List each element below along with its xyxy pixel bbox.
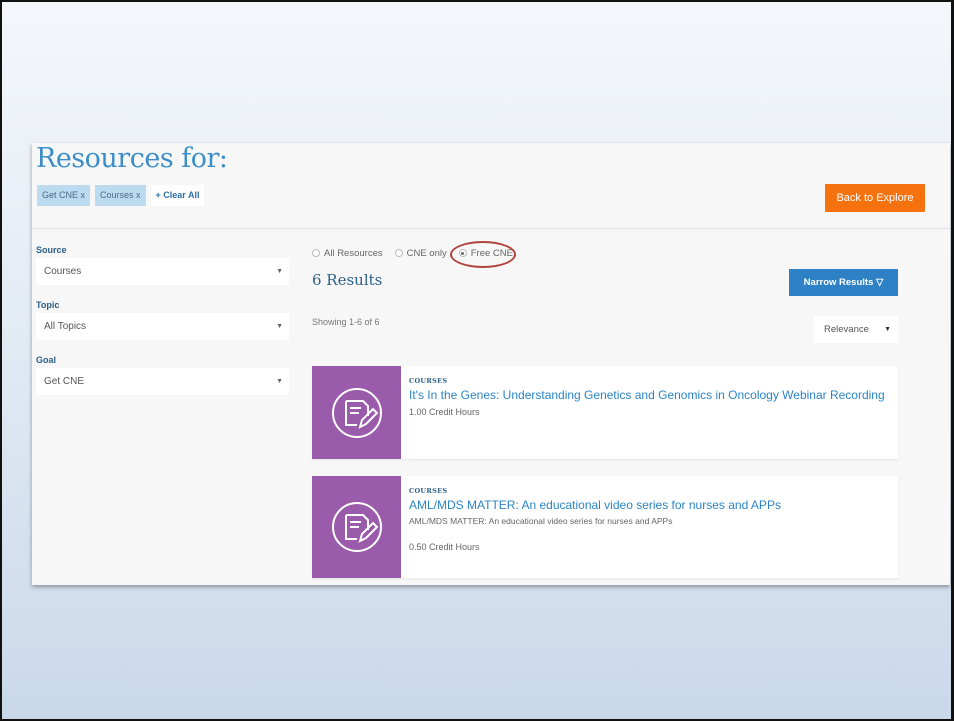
sort-select[interactable]: Relevance ▼ [814, 316, 898, 343]
caret-down-icon: ▼ [276, 323, 283, 330]
goal-select-value: Get CNE [44, 376, 85, 387]
card-type: COURSES [409, 487, 448, 495]
card-type: COURSES [409, 377, 448, 385]
caret-down-icon: ▼ [884, 326, 891, 333]
caret-down-icon: ▼ [276, 268, 283, 275]
caret-down-icon: ▼ [276, 378, 283, 385]
chip-get-cne[interactable]: Get CNE x [37, 185, 91, 206]
clear-all-button[interactable]: + Clear All [150, 185, 205, 206]
radio-cne-only-label: CNE only [406, 247, 447, 259]
radio-dot [394, 249, 403, 257]
topic-label: Topic [36, 300, 60, 310]
filter-sidebar: Source Courses ▼ Topic All Topics ▼ Goal… [36, 243, 289, 408]
narrow-results-button[interactable]: Narrow Results ▽ [789, 269, 898, 296]
sort-select-value: Relevance [824, 324, 869, 335]
radio-cne-only[interactable]: CNE only [394, 247, 447, 259]
goal-label: Goal [36, 355, 57, 365]
source-select[interactable]: Courses ▼ [36, 258, 289, 285]
card-body: COURSES It's In the Genes: Understanding… [409, 377, 890, 417]
card-title-link[interactable]: AML/MDS MATTER: An educational video ser… [409, 498, 890, 512]
radio-free-cne[interactable]: Free CNE [449, 240, 516, 268]
result-card[interactable]: COURSES It's In the Genes: Understanding… [312, 366, 898, 459]
card-credit-hours: 1.00 Credit Hours [409, 407, 480, 417]
radio-all-resources-label: All Resources [324, 247, 383, 259]
pencil-document-icon [312, 366, 401, 459]
result-card[interactable]: COURSES AML/MDS MATTER: An educational v… [312, 476, 898, 578]
header-divider [32, 228, 950, 229]
card-credit-hours: 0.50 Credit Hours [409, 542, 480, 552]
app-screen: Resources for: Get CNE x Courses x + Cle… [32, 143, 950, 585]
results-panel: All Resources CNE only Free CNE 6 Result… [312, 240, 898, 585]
radio-dot [312, 249, 320, 257]
page-title: Resources for: [36, 143, 228, 174]
showing-range: Showing 1-6 of 6 [312, 317, 380, 327]
radio-dot [458, 249, 467, 257]
active-filter-chips: Get CNE x Courses x + Clear All [37, 185, 205, 206]
pencil-document-icon [312, 476, 401, 578]
source-select-value: Courses [44, 266, 82, 277]
card-body: COURSES AML/MDS MATTER: An educational v… [409, 487, 890, 552]
chip-courses[interactable]: Courses x [95, 185, 146, 206]
topic-select[interactable]: All Topics ▼ [36, 313, 289, 340]
source-label: Source [36, 245, 67, 255]
topic-select-value: All Topics [44, 321, 87, 332]
card-title-link[interactable]: It's In the Genes: Understanding Genetic… [409, 388, 890, 402]
back-to-explore-button[interactable]: Back to Explore [825, 184, 925, 212]
cne-radio-group: All Resources CNE only Free CNE [312, 240, 898, 268]
card-description: AML/MDS MATTER: An educational video ser… [409, 516, 673, 526]
radio-all-resources[interactable]: All Resources [312, 248, 383, 259]
goal-select[interactable]: Get CNE ▼ [36, 368, 289, 395]
results-count: 6 Results [312, 271, 383, 289]
